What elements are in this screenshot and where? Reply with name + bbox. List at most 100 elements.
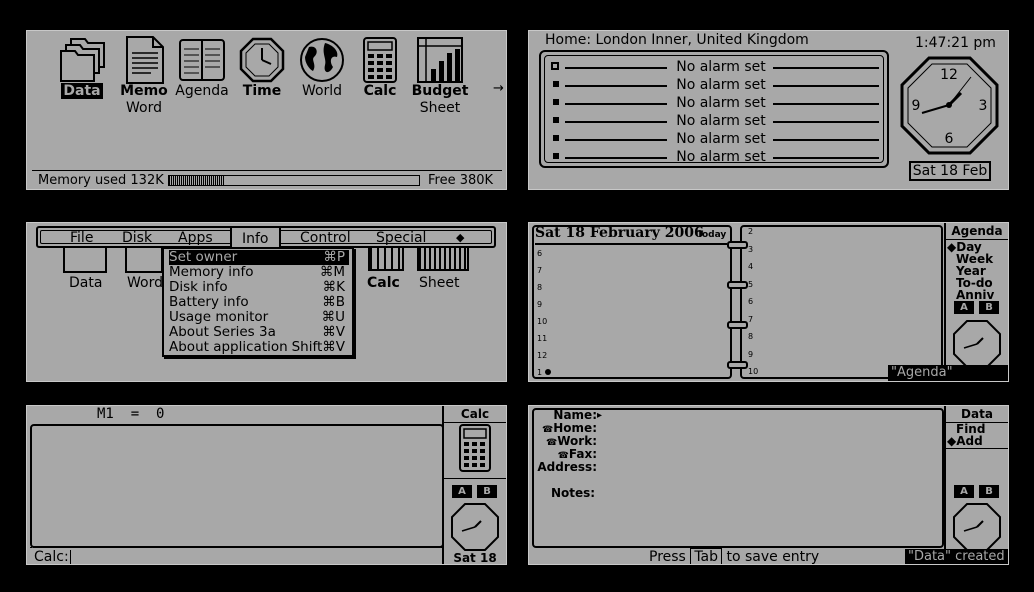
system-screen-panel: Data Memo Word Agenda Time World Calc Budget She…	[26, 30, 507, 190]
menu-item-usage-monitor[interactable]: Usage monitor ⌘U	[169, 310, 349, 325]
agenda-hour[interactable]: 3	[748, 245, 753, 254]
a-button[interactable]: A	[954, 485, 974, 498]
agenda-hour[interactable]: 9	[537, 300, 542, 309]
memory-free-label: Free 380K	[428, 173, 494, 188]
alarm-text: No alarm set	[676, 59, 766, 75]
menu-apps[interactable]: Apps	[178, 228, 213, 248]
field-label: Address:	[537, 460, 597, 474]
agenda-book-icon[interactable]	[177, 35, 227, 85]
memory-used-label: Memory used 132K	[38, 173, 164, 188]
agenda-hour[interactable]: 6	[748, 297, 753, 306]
b-button[interactable]: B	[477, 485, 497, 498]
menu-item-about-series-3a[interactable]: About Series 3a ⌘V	[169, 325, 349, 340]
agenda-right-page	[740, 225, 943, 379]
alarm-row[interactable]: No alarm set	[551, 76, 883, 94]
status-bar: Memory used 132K Free 380K	[32, 170, 502, 189]
menu-special[interactable]: Special	[376, 228, 426, 248]
menu-item-shortcut: ⌘V	[322, 324, 345, 340]
small-clock-icon	[953, 503, 1001, 551]
time-app-panel: Home: London Inner, United Kingdom 1:47:…	[528, 30, 1009, 190]
memory-bar-fill	[169, 176, 224, 185]
agenda-hour[interactable]: 10	[537, 317, 547, 326]
agenda-hour[interactable]: 4	[748, 262, 753, 271]
menu-control[interactable]: Control	[300, 228, 351, 248]
calc-prompt: Calc:	[34, 549, 69, 565]
agenda-hour[interactable]: 12	[537, 351, 547, 360]
agenda-hour[interactable]: 1	[537, 368, 542, 377]
alarm-row[interactable]: No alarm set	[551, 112, 883, 130]
agenda-hour[interactable]: 6	[537, 249, 542, 258]
memo-document-icon[interactable]	[119, 35, 169, 85]
b-button[interactable]: B	[979, 301, 999, 314]
menu-file[interactable]: File	[70, 228, 93, 248]
agenda-hour[interactable]: 11	[537, 334, 547, 343]
spreadsheet-icon[interactable]	[415, 35, 465, 85]
current-time-dot	[545, 369, 551, 375]
agenda-hour[interactable]: 5	[748, 280, 753, 289]
alarm-bullet	[553, 99, 559, 105]
bg-word-label: Word	[127, 275, 163, 291]
menu-disk[interactable]: Disk	[122, 228, 152, 248]
b-button[interactable]: B	[979, 485, 999, 498]
data-panel: Name: ☎Home: ☎Work: ☎Fax: Address: ▸ Notes: …	[528, 405, 1009, 565]
menu-item-set-owner[interactable]: Set owner ⌘P	[169, 250, 349, 265]
agenda-date: Sat 18 February 2006	[535, 225, 704, 241]
field-address[interactable]: Address:	[537, 461, 597, 474]
bg-calc-label: Calc	[367, 275, 400, 291]
calculator-icon[interactable]	[355, 35, 405, 85]
alarm-bullet	[553, 135, 559, 141]
agenda-hour[interactable]: 7	[537, 266, 542, 275]
app-label-budget[interactable]: Budget Sheet	[400, 83, 480, 117]
alarm-list[interactable]: No alarm set No alarm set No alarm set No a…	[539, 50, 889, 168]
alarm-text: No alarm set	[676, 131, 766, 147]
globe-icon[interactable]	[297, 35, 347, 85]
agenda-hour[interactable]: 8	[537, 283, 542, 292]
data-folder-icon[interactable]	[57, 35, 107, 85]
alarm-row[interactable]: No alarm set	[551, 94, 883, 112]
add-item-label: Add	[956, 434, 983, 448]
agenda-sidebar-title: Agenda	[946, 223, 1008, 240]
agenda-hour[interactable]: 10	[748, 367, 758, 376]
save-hint: Press Tab to save entry	[649, 548, 819, 564]
menu-bar: File Disk Apps Info Control Special ◆	[36, 226, 496, 250]
menu-item-about-application[interactable]: About application Shift⌘V	[169, 340, 349, 355]
alarm-row[interactable]: No alarm set	[551, 148, 883, 166]
alarm-row[interactable]: No alarm set	[551, 130, 883, 148]
agenda-hour[interactable]: 2	[748, 227, 753, 236]
agenda-hour[interactable]: 9	[748, 350, 753, 359]
binder-ring	[727, 361, 748, 369]
current-time: 1:47:21 pm	[915, 35, 996, 51]
alarm-row[interactable]: No alarm set	[551, 58, 883, 76]
notes-label: Notes:	[551, 486, 596, 500]
menu-item-label: Battery info	[169, 294, 249, 310]
agenda-hour[interactable]: 7	[748, 315, 753, 324]
agenda-view-anniv[interactable]: Anniv	[956, 289, 994, 301]
app-subname: Word	[126, 100, 162, 116]
binder-ring	[727, 321, 748, 329]
agenda-panel: Sat 18 February 2006 Today 6 7 8 9 10 11 12 1 2…	[528, 222, 1009, 382]
field-label: Work:	[557, 434, 597, 448]
menu-more-icon[interactable]: ◆	[456, 228, 464, 248]
a-button[interactable]: A	[452, 485, 472, 498]
menu-item-disk-info[interactable]: Disk info ⌘K	[169, 280, 349, 295]
calc-input-line[interactable]: Calc:	[30, 547, 444, 565]
menu-item-battery-info[interactable]: Battery info ⌘B	[169, 295, 349, 310]
alarm-text: No alarm set	[676, 149, 766, 165]
calc-panel: M1 = 0 Calc: Calc A B Sat 18	[26, 405, 507, 565]
app-name: Calc	[363, 83, 397, 99]
phone-icon: ☎	[546, 438, 558, 448]
menu-item-label: Disk info	[169, 279, 228, 295]
calc-cursor	[70, 550, 71, 564]
app-name: World	[301, 83, 343, 99]
menu-item-label: Set owner	[169, 249, 238, 265]
a-button[interactable]: A	[954, 301, 974, 314]
alarm-bullet	[551, 62, 559, 70]
bg-sheet-icon	[417, 245, 469, 271]
menu-item-shortcut: ⌘U	[321, 309, 345, 325]
agenda-hour[interactable]: 8	[748, 332, 753, 341]
add-item[interactable]: ◆Add	[947, 435, 983, 447]
menu-item-memory-info[interactable]: Memory info ⌘M	[169, 265, 349, 280]
menu-item-label: Usage monitor	[169, 309, 269, 325]
alarm-clock-icon[interactable]	[237, 35, 287, 85]
more-apps-arrow[interactable]: →	[493, 81, 504, 96]
